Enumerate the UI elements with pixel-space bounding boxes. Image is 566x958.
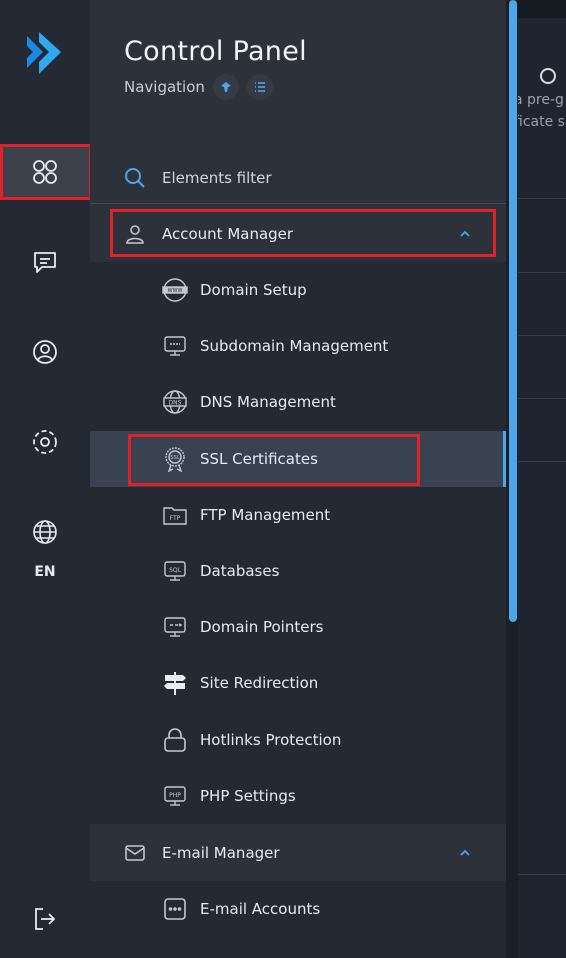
subdomain-icon xyxy=(164,336,186,356)
sidebar-item-dns-management[interactable]: DNS DNS Management xyxy=(90,374,506,430)
filter-label: Elements filter xyxy=(162,168,272,187)
item-label: SSL Certificates xyxy=(200,449,318,468)
background-divider xyxy=(518,335,566,336)
email-accounts-icon xyxy=(164,898,186,920)
user-icon xyxy=(126,225,144,244)
sidebar-item-subdomain-management[interactable]: Subdomain Management xyxy=(90,318,506,374)
sidebar-item-ssl-certificates[interactable]: SSL SSL Certificates xyxy=(90,430,506,487)
item-label: Subdomain Management xyxy=(200,337,389,356)
ssl-icon: SSL xyxy=(165,446,185,472)
ftp-folder-icon: FTP xyxy=(163,507,187,525)
list-icon xyxy=(254,82,265,92)
www-icon: WWW xyxy=(162,278,188,302)
sidebar-item-domain-pointers[interactable]: Domain Pointers xyxy=(90,599,506,655)
background-text-1: a pre-g xyxy=(518,92,564,108)
rail-settings-button[interactable] xyxy=(0,417,90,467)
globe-icon xyxy=(33,520,57,544)
dns-icon: DNS xyxy=(163,390,187,415)
background-divider xyxy=(518,398,566,399)
sidebar-item-ftp-management[interactable]: FTP FTP Management xyxy=(90,487,506,543)
item-label: E-mail Accounts xyxy=(200,900,321,919)
sidebar-item-php-settings[interactable]: PHP PHP Settings xyxy=(90,768,506,824)
svg-text:PHP: PHP xyxy=(169,792,181,799)
item-label: FTP Management xyxy=(200,505,331,524)
sql-icon: SQL xyxy=(164,561,186,581)
item-label: PHP Settings xyxy=(200,786,296,805)
php-icon: PHP xyxy=(164,786,186,806)
mail-icon xyxy=(125,845,145,861)
user-circle-icon xyxy=(33,340,57,364)
section-email-manager[interactable]: E-mail Manager xyxy=(90,825,506,881)
search-icon xyxy=(125,167,145,188)
svg-text:FTP: FTP xyxy=(170,515,181,522)
pin-button[interactable] xyxy=(212,74,239,100)
lock-icon xyxy=(164,727,186,752)
navigation-subtitle: Navigation xyxy=(124,74,273,100)
sidebar-item-hotlinks-protection[interactable]: Hotlinks Protection xyxy=(90,712,506,768)
item-label: Domain Pointers xyxy=(200,618,324,637)
section-account-manager[interactable]: Account Manager xyxy=(90,206,506,262)
subtitle-label: Navigation xyxy=(124,78,205,96)
apps-grid-icon xyxy=(33,160,57,184)
elements-filter[interactable]: Elements filter xyxy=(90,152,506,204)
signpost-icon xyxy=(164,672,186,696)
icon-rail: EN xyxy=(0,0,92,958)
chevron-up-icon xyxy=(460,230,470,237)
pin-icon xyxy=(220,82,231,92)
background-divider xyxy=(518,272,566,273)
account-manager-items: WWW Domain Setup Subdomain Management DN… xyxy=(90,262,506,824)
control-panel: Control Panel Navigation Elements filter… xyxy=(90,0,506,958)
svg-text:SQL: SQL xyxy=(169,567,182,574)
chat-icon xyxy=(34,252,56,273)
settings-icon xyxy=(33,430,57,454)
list-view-button[interactable] xyxy=(246,74,273,100)
chevron-up-icon xyxy=(460,849,470,856)
rail-logout-button[interactable] xyxy=(0,894,90,944)
item-label: Domain Setup xyxy=(200,281,307,300)
rail-language-button[interactable] xyxy=(0,507,90,557)
language-label[interactable]: EN xyxy=(0,564,90,580)
sidebar-item-site-redirection[interactable]: Site Redirection xyxy=(90,655,506,711)
item-label: Databases xyxy=(200,562,280,581)
rail-apps-button[interactable] xyxy=(0,147,90,200)
item-label: DNS Management xyxy=(200,393,336,412)
rail-user-button[interactable] xyxy=(0,327,90,377)
background-text-2: ficate s xyxy=(518,114,565,130)
sidebar-item-domain-setup[interactable]: WWW Domain Setup xyxy=(90,262,506,318)
panel-scrollbar-thumb[interactable] xyxy=(509,0,517,622)
rail-chat-button[interactable] xyxy=(0,237,90,287)
sidebar-item-email-accounts[interactable]: E-mail Accounts xyxy=(90,881,506,937)
background-topbar xyxy=(518,0,566,18)
section-label: Account Manager xyxy=(162,225,294,243)
background-divider xyxy=(518,198,566,199)
pointer-monitor-icon xyxy=(164,617,186,637)
background-divider xyxy=(518,874,566,875)
svg-text:DNS: DNS xyxy=(169,400,182,407)
sidebar-item-databases[interactable]: SQL Databases xyxy=(90,543,506,599)
logout-icon xyxy=(35,908,56,930)
background-divider xyxy=(518,461,566,462)
background-content: a pre-g ficate s xyxy=(518,0,566,958)
page-title: Control Panel xyxy=(124,36,307,67)
logo-icon[interactable] xyxy=(23,30,67,76)
item-label: Hotlinks Protection xyxy=(200,730,342,749)
item-label: Site Redirection xyxy=(200,674,319,693)
svg-text:SSL: SSL xyxy=(170,455,179,461)
background-radio[interactable] xyxy=(540,68,556,84)
email-manager-items: E-mail Accounts xyxy=(90,881,506,958)
svg-text:WWW: WWW xyxy=(168,288,183,294)
section-label: E-mail Manager xyxy=(162,844,280,862)
